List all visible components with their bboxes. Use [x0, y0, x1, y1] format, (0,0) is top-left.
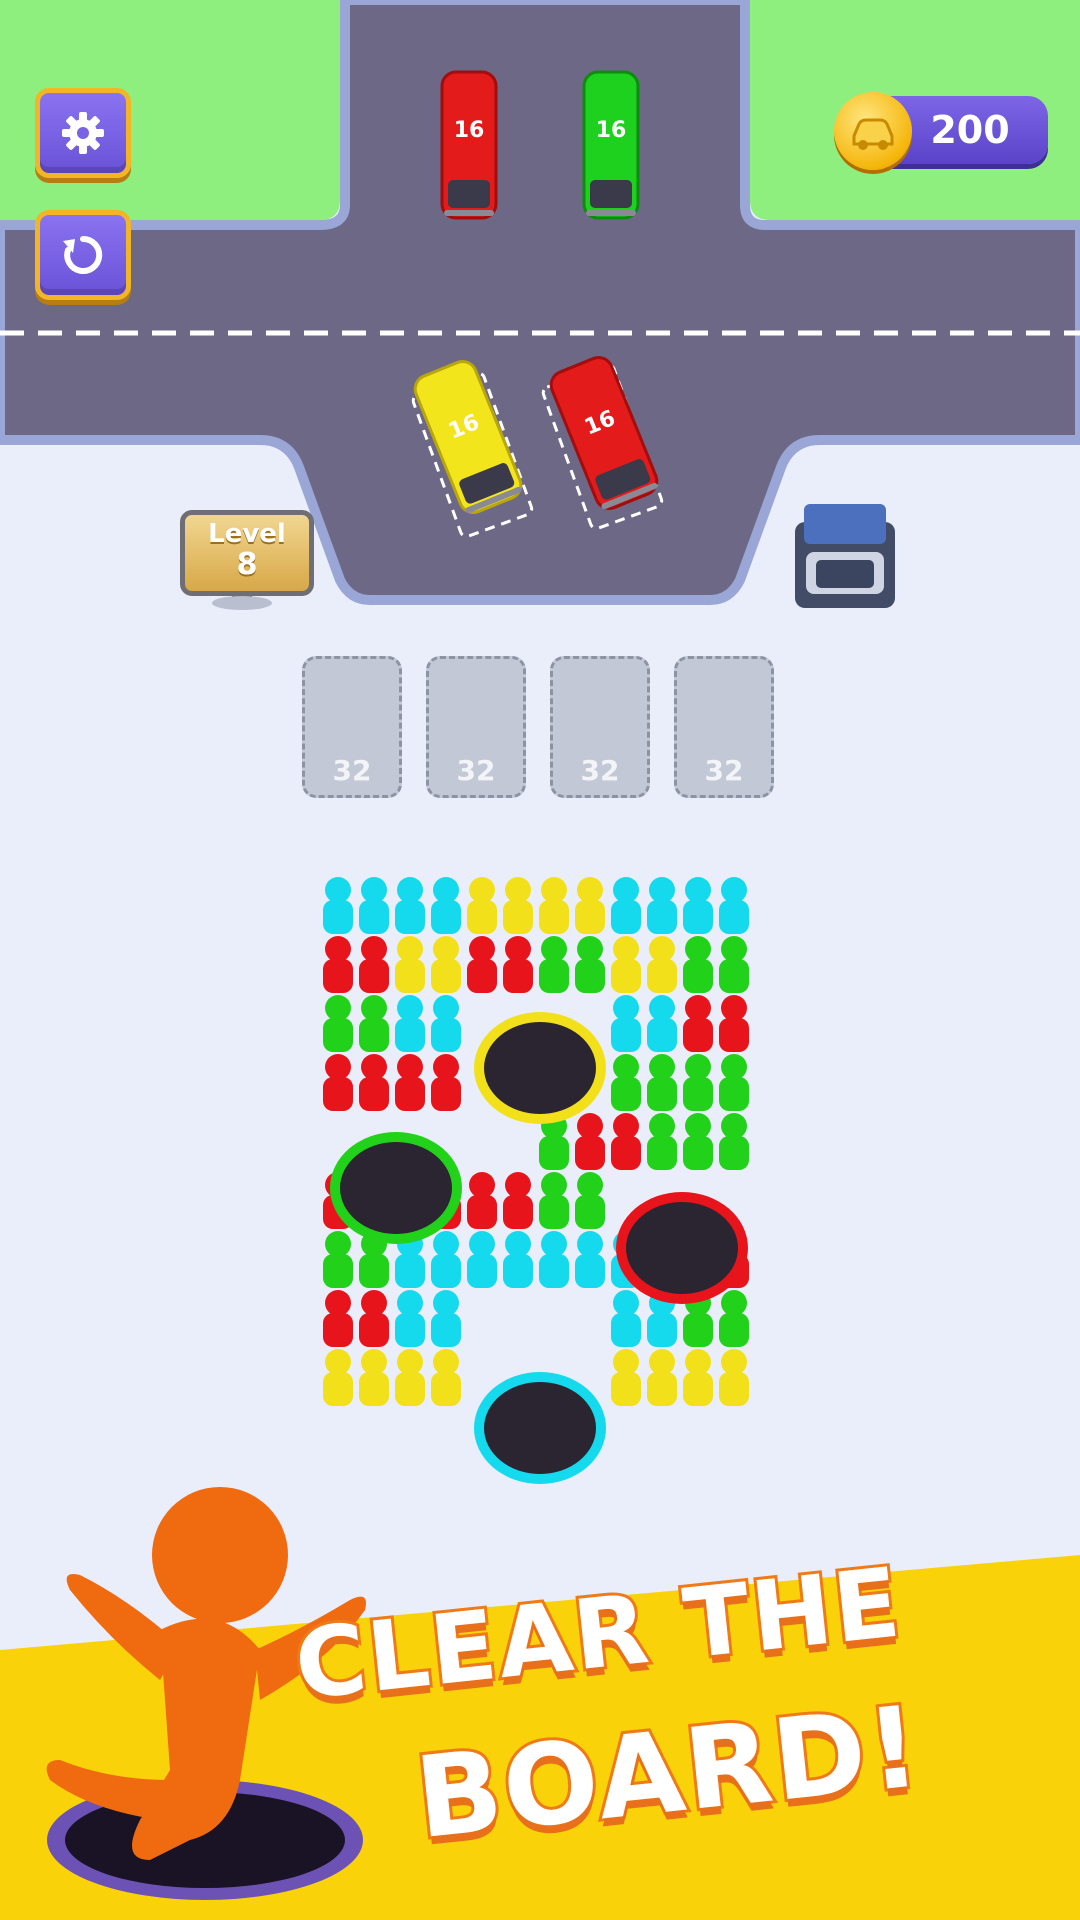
- crowd-person: [719, 995, 749, 1052]
- crowd-person: [719, 1054, 749, 1111]
- cyan-hole[interactable]: [474, 1372, 606, 1484]
- crowd-person: [719, 1349, 749, 1406]
- bus-capacity: 16: [595, 118, 627, 143]
- crowd-person: [323, 1054, 353, 1111]
- crowd-person: [575, 1113, 605, 1170]
- settings-button[interactable]: [35, 88, 131, 178]
- crowd-person: [503, 1231, 533, 1288]
- crowd-person: [431, 995, 461, 1052]
- crowd-person: [539, 936, 569, 993]
- crowd-person: [323, 936, 353, 993]
- crowd-person: [683, 1113, 713, 1170]
- bus-green-waiting[interactable]: 16: [582, 70, 640, 220]
- crowd-person: [611, 1054, 641, 1111]
- crowd-person: [611, 1290, 641, 1347]
- slot-capacity: 32: [704, 754, 744, 787]
- crowd-person: [395, 877, 425, 934]
- crowd-person: [611, 1349, 641, 1406]
- level-sign-shadow: [212, 596, 272, 610]
- crowd-person: [467, 877, 497, 934]
- crowd-person: [467, 936, 497, 993]
- crowd-person: [719, 936, 749, 993]
- crowd-person: [431, 1054, 461, 1111]
- crowd-person: [539, 1231, 569, 1288]
- yellow-hole[interactable]: [474, 1012, 606, 1124]
- crowd-person: [647, 1349, 677, 1406]
- crowd-person: [683, 1054, 713, 1111]
- crowd-person: [611, 877, 641, 934]
- crowd-person: [719, 877, 749, 934]
- crowd-person: [503, 936, 533, 993]
- crowd-person: [611, 936, 641, 993]
- crowd-person: [431, 1290, 461, 1347]
- gear-icon: [62, 112, 104, 154]
- crowd-person: [719, 1113, 749, 1170]
- crowd-person: [431, 1231, 461, 1288]
- bus-capacity: 16: [453, 118, 485, 143]
- crowd-person: [503, 1172, 533, 1229]
- crowd-person: [503, 877, 533, 934]
- crowd-person: [719, 1290, 749, 1347]
- crowd-person: [611, 1113, 641, 1170]
- crowd-person: [431, 877, 461, 934]
- bus-slot: 32: [550, 656, 650, 798]
- crowd-person: [683, 995, 713, 1052]
- bus-slot: 32: [674, 656, 774, 798]
- green-hole[interactable]: [330, 1132, 462, 1244]
- bus-red-waiting[interactable]: 16: [440, 70, 498, 220]
- restart-icon: [63, 235, 103, 274]
- game-screen: 16 16 16 16 200 Level 8 32 32 32 32 CLEA…: [0, 0, 1080, 1920]
- crowd-person: [359, 1290, 389, 1347]
- crowd-person: [395, 995, 425, 1052]
- crowd-person: [683, 936, 713, 993]
- crowd-person: [395, 936, 425, 993]
- crowd-person: [575, 877, 605, 934]
- crowd-person: [647, 877, 677, 934]
- crowd-person: [359, 995, 389, 1052]
- level-label: Level: [208, 519, 286, 549]
- crowd-person: [359, 877, 389, 934]
- crowd-person: [323, 995, 353, 1052]
- crowd-person: [395, 1054, 425, 1111]
- crowd-person: [647, 995, 677, 1052]
- red-hole[interactable]: [616, 1192, 748, 1304]
- crowd-person: [683, 1349, 713, 1406]
- crowd-person: [431, 936, 461, 993]
- crowd-person: [611, 995, 641, 1052]
- coin-value: 200: [930, 108, 1010, 152]
- crowd-person: [359, 1349, 389, 1406]
- crowd-person: [359, 1054, 389, 1111]
- coin-badge: [834, 92, 912, 170]
- slot-capacity: 32: [456, 754, 496, 787]
- crowd-person: [323, 1290, 353, 1347]
- crowd-board[interactable]: [320, 870, 760, 1490]
- crowd-person: [647, 936, 677, 993]
- crowd-person: [539, 877, 569, 934]
- restart-button[interactable]: [35, 210, 131, 300]
- level-number: 8: [236, 547, 258, 582]
- crowd-person: [575, 1172, 605, 1229]
- crowd-person: [395, 1349, 425, 1406]
- crowd-person: [323, 1231, 353, 1288]
- slot-capacity: 32: [332, 754, 372, 787]
- crowd-person: [323, 877, 353, 934]
- crowd-person: [395, 1290, 425, 1347]
- crowd-person: [647, 1113, 677, 1170]
- crowd-person: [359, 936, 389, 993]
- crowd-person: [467, 1231, 497, 1288]
- garage-icon[interactable]: [792, 500, 898, 610]
- crowd-person: [323, 1349, 353, 1406]
- crowd-person: [539, 1172, 569, 1229]
- crowd-person: [431, 1349, 461, 1406]
- crowd-person: [683, 877, 713, 934]
- slot-capacity: 32: [580, 754, 620, 787]
- car-icon: [852, 118, 894, 150]
- crowd-person: [575, 936, 605, 993]
- bus-slot: 32: [426, 656, 526, 798]
- crowd-person: [575, 1231, 605, 1288]
- bus-slot: 32: [302, 656, 402, 798]
- crowd-person: [647, 1054, 677, 1111]
- level-sign: Level 8: [180, 510, 314, 596]
- crowd-person: [467, 1172, 497, 1229]
